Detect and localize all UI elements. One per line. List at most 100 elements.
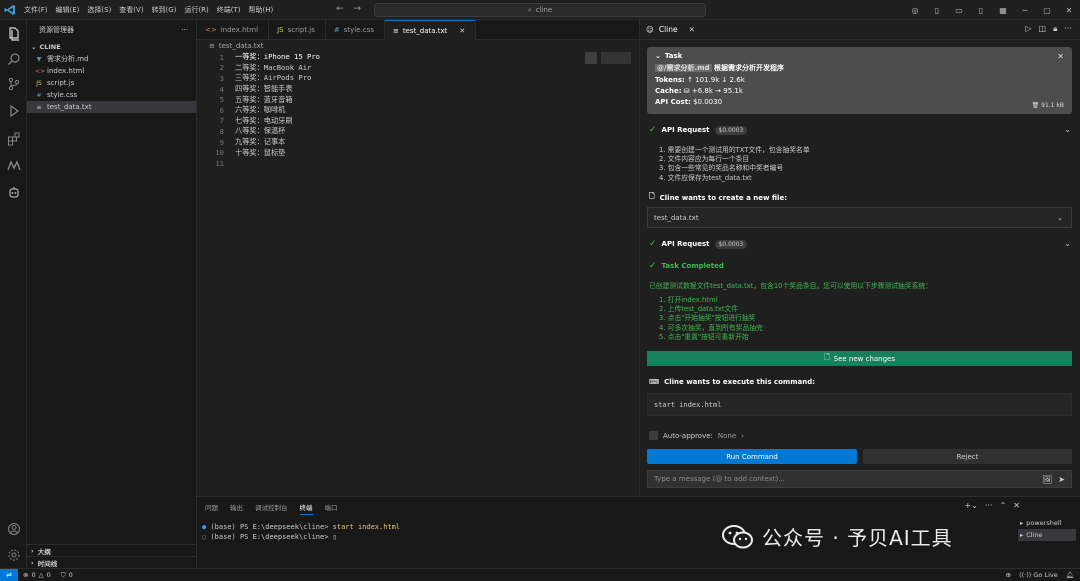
trash-icon[interactable]: 🗑︎ [1032,102,1040,109]
api-request-2[interactable]: ✓ API Request $0.0003 [649,239,748,249]
tokens-value: ↑ 101.9k ↓ 2.6k [687,76,745,84]
notification-bell-icon[interactable]: 🔔︎ [1066,571,1074,579]
settings-gear-icon[interactable] [5,546,22,563]
message-input[interactable]: Type a message (@ to add context)... 🖼︎ … [647,470,1072,488]
model-icon[interactable] [5,157,22,174]
tab-terminal[interactable]: 终端 [299,502,313,515]
back-arrow-icon[interactable]: ← [336,4,344,14]
toggle-panel-icon[interactable]: ▭ [948,6,970,15]
menu-item-go[interactable]: 转到(G) [148,5,181,15]
more-actions-icon[interactable]: ··· [1064,24,1072,34]
chevron-down-icon[interactable]: ⌄ [1064,239,1071,248]
toggle-sidebar-icon[interactable]: ▯ [926,6,948,15]
run-icon[interactable]: ▷ [1025,24,1031,34]
tab-style-css[interactable]: # style.css [326,20,385,40]
toggle-secondary-sidebar-icon[interactable]: ▯ [970,6,992,15]
lock-icon[interactable]: 🔒︎ [1053,24,1057,34]
tab-ports[interactable]: 端口 [325,502,338,515]
file-item-test-data[interactable]: ≡ test_data.txt [27,101,196,113]
close-panel-icon[interactable]: ✕ [1013,501,1020,510]
menu-item-help[interactable]: 帮助(H) [245,5,278,15]
file-item-index-html[interactable]: <> index.html [27,65,196,77]
menu-item-view[interactable]: 查看(V) [115,5,147,15]
source-control-icon[interactable] [5,75,22,92]
code-line: 2 二等奖：MacBook Air [197,63,639,74]
see-changes-label: See new changes [833,354,896,363]
run-command-button[interactable]: Run Command [647,449,857,464]
tab-debug-console[interactable]: 调试控制台 [255,502,288,515]
code-editor[interactable]: 1 一等奖：iPhone 15 Pro 2 二等奖：MacBook Air 3 三等奖… [197,52,639,500]
more-actions-icon[interactable]: ··· [985,501,993,510]
menu-item-edit[interactable]: 编辑(E) [52,5,84,15]
chevron-down-icon[interactable]: ⌄ [1064,125,1071,134]
extensions-icon[interactable] [5,130,22,147]
minimap[interactable] [601,52,631,64]
go-live-button[interactable]: ((·)) Go Live [1019,571,1058,579]
search-icon: ⌕ [527,5,532,14]
terminal-output[interactable]: ● (base) PS E:\deepseek\cline> start ind… [202,522,400,542]
cache-value: ⛁ +6.8k → 95.1k [683,87,743,95]
thinking-list: 1. 需要创建一个测试用的TXT文件，包含抽奖名单 2. 文件内容应为每行一个条… [659,146,810,183]
send-icon[interactable]: ➤ [1058,475,1065,484]
auto-approve-row[interactable]: Auto-approve: None › [649,431,744,440]
cline-tab[interactable]: ☺ Cline ✕ [640,20,1080,40]
tab-label: style.css [343,26,374,34]
minimize-icon[interactable]: ─ [1014,6,1036,15]
account-icon[interactable] [5,520,22,537]
tab-output[interactable]: 输出 [230,502,243,515]
close-window-icon[interactable]: ✕ [1058,6,1080,15]
task-size: 🗑︎ 91.1 kB [1032,102,1064,109]
terminal-item-powershell[interactable]: ▸ powershell [1018,517,1076,529]
cline-robot-icon[interactable] [5,183,22,200]
command-center-search[interactable]: ⌕ cline [374,3,706,17]
file-item-requirements[interactable]: ▼ 需求分析.md [27,53,196,65]
check-icon: ✓ [649,261,657,271]
close-tab-icon[interactable]: ✕ [689,25,695,34]
outline-section[interactable]: › 大纲 [27,544,197,556]
menu-item-terminal[interactable]: 终端(T) [213,5,245,15]
copilot-icon[interactable]: ◎ [904,6,926,15]
close-tab-icon[interactable]: ✕ [459,27,465,35]
menu-item-selection[interactable]: 选择(S) [83,5,115,15]
explorer-icon[interactable] [5,25,22,42]
timeline-section[interactable]: › 时间线 [27,556,197,568]
close-task-icon[interactable]: ✕ [1057,52,1064,61]
breadcrumb-item[interactable]: test_data.txt [219,42,264,50]
run-debug-icon[interactable] [5,102,22,119]
layout-icon[interactable]: ▦ [992,6,1014,15]
search-icon[interactable] [5,50,22,67]
see-new-changes-button[interactable]: 🗋︎ See new changes [647,351,1072,366]
file-item-label: style.css [47,91,78,99]
terminal-item-cline[interactable]: ▸ Cline [1018,529,1076,541]
remote-icon[interactable]: ⇌ [0,568,18,581]
folder-root[interactable]: ⌄ CLINE [27,40,196,53]
tab-problems[interactable]: 问题 [205,502,218,515]
image-icon[interactable]: 🖼︎ [1042,475,1052,484]
file-diff-box[interactable]: test_data.txt ⌄ [647,207,1072,228]
more-actions-icon[interactable]: ··· [181,26,188,34]
split-editor-icon[interactable]: ◫ [1039,24,1047,34]
auto-approve-checkbox[interactable] [649,431,658,440]
task-header[interactable]: ⌄ Task [655,52,1064,60]
chevron-up-icon[interactable]: ⌃ [1000,501,1007,510]
menu-item-run[interactable]: 运行(R) [180,5,212,15]
file-item-script-js[interactable]: JS script.js [27,77,196,89]
maximize-icon[interactable]: ▢ [1036,6,1058,15]
reject-button[interactable]: Reject [863,449,1072,464]
file-mention[interactable]: @/需求分析.md [655,64,712,72]
menu-item-file[interactable]: 文件(F) [20,5,52,15]
line-number: 1 [219,52,224,62]
tokens-row: Tokens: ↑ 101.9k ↓ 2.6k [655,76,1064,84]
tab-test-data[interactable]: ≡ test_data.txt ✕ [384,20,477,40]
chevron-right-icon: › [741,431,744,440]
problems-status[interactable]: ⊗ 0 △ 0 [18,571,56,579]
zoom-icon[interactable]: ⊕ [1006,571,1011,579]
api-request-1[interactable]: ✓ API Request $0.0003 [649,125,748,135]
tab-script-js[interactable]: JS script.js [269,20,326,40]
tab-index-html[interactable]: <> index.html [197,20,270,40]
forward-arrow-icon[interactable]: → [354,4,362,14]
add-terminal-icon[interactable]: +⌄ [965,501,978,510]
minimap-slider[interactable] [585,52,597,64]
ports-status[interactable]: ⛉ 0 [56,571,78,580]
file-item-style-css[interactable]: # style.css [27,89,196,101]
